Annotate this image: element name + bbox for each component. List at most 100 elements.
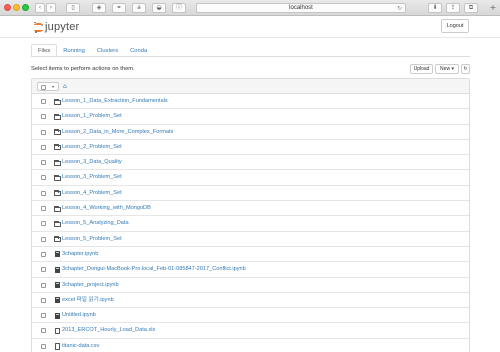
notebook-icon <box>53 250 61 259</box>
item-checkbox[interactable] <box>41 267 46 273</box>
item-checkbox[interactable] <box>41 313 46 319</box>
folder-icon <box>53 97 61 106</box>
item-name-link[interactable]: 3chapter.ipynb <box>62 247 98 262</box>
item-name-link[interactable]: Lesson_2_Problem_Set <box>62 140 122 155</box>
item-checkbox[interactable] <box>41 206 46 212</box>
item-checkbox[interactable] <box>41 343 46 349</box>
jupyter-logo-icon <box>34 21 43 33</box>
downloads-icon[interactable]: ⬇ <box>428 3 442 13</box>
item-name-link[interactable]: titanic-data.csv <box>62 339 99 352</box>
list-item[interactable]: Lesson_2_Problem_Set <box>32 140 469 156</box>
tabs-overview-icon[interactable]: ⧉ <box>464 3 478 13</box>
item-checkbox[interactable] <box>41 114 46 120</box>
home-icon[interactable]: ⌂ <box>63 82 67 91</box>
file-icon <box>53 342 61 351</box>
folder-icon <box>53 189 61 198</box>
list-item[interactable]: Lesson_4_Working_with_MongoDB <box>32 201 469 217</box>
item-checkbox[interactable] <box>41 236 46 242</box>
item-checkbox[interactable] <box>41 190 46 196</box>
list-item[interactable]: 3chapter.ipynb <box>32 247 469 263</box>
item-name-link[interactable]: 2013_ERCOT_Hourly_Load_Data.xls <box>62 323 155 338</box>
item-checkbox[interactable] <box>41 144 46 150</box>
item-name-link[interactable]: Lesson_2_Data_in_More_Complex_Formats <box>62 125 173 140</box>
list-item[interactable]: Lesson_5_Problem_Set <box>32 232 469 247</box>
jupyter-logo[interactable]: jupyter <box>34 20 79 34</box>
logout-button[interactable]: Logout <box>441 19 469 33</box>
item-name-link[interactable]: Lesson_1_Problem_Set <box>62 109 122 124</box>
list-item[interactable]: Lesson_5_Analyzing_Data <box>32 216 469 232</box>
close-window-button[interactable] <box>4 4 11 11</box>
zoom-window-button[interactable] <box>22 4 29 11</box>
list-item[interactable]: 3chapter_project.ipynb <box>32 278 469 293</box>
item-checkbox[interactable] <box>41 251 46 257</box>
notebook-icon <box>53 296 61 305</box>
address-bar[interactable]: localhost ↻ <box>196 3 406 13</box>
list-item[interactable]: Lesson_4_Problem_Set <box>32 186 469 202</box>
extension-icon[interactable]: ⚭ <box>112 3 126 13</box>
folder-icon <box>53 204 61 213</box>
amazon-icon[interactable]: a <box>132 3 146 13</box>
folder-icon <box>53 112 61 121</box>
item-name-link[interactable]: Lesson_4_Working_with_MongoDB <box>62 201 151 216</box>
new-button[interactable]: New ▾ <box>435 64 459 74</box>
info-icon[interactable]: ⓘ <box>172 3 186 13</box>
item-name-link[interactable]: 3chapter_project.ipynb <box>62 278 119 293</box>
item-checkbox[interactable] <box>41 282 46 288</box>
file-list: ▾ ⌂ Lesson_1_Data_Extraction_Fundamental… <box>31 78 470 352</box>
upload-button[interactable]: Upload <box>410 64 433 74</box>
back-icon[interactable]: ‹ <box>35 3 45 13</box>
logo-text: jupyter <box>45 21 80 33</box>
item-checkbox[interactable] <box>41 160 46 166</box>
notebook-icon <box>53 265 61 274</box>
item-name-link[interactable]: Lesson_3_Problem_Set <box>62 170 122 185</box>
item-name-link[interactable]: Lesson_3_Data_Quality <box>62 155 122 170</box>
browser-toolbar: ‹ › ▯ ◈ ⚭ a ◒ ⓘ localhost ↻ ⬇ ⇪ ⧉ + <box>0 0 500 16</box>
header-divider <box>0 37 500 38</box>
sidebar-icon[interactable]: ▯ <box>66 3 80 13</box>
list-item[interactable]: excel 파일 읽기.ipynb <box>32 293 469 309</box>
list-item[interactable]: titanic-data.csv <box>32 339 469 352</box>
list-item[interactable]: Lesson_2_Data_in_More_Complex_Formats <box>32 125 469 140</box>
item-checkbox[interactable] <box>41 328 46 334</box>
item-checkbox[interactable] <box>41 129 46 135</box>
item-name-link[interactable]: Lesson_4_Problem_Set <box>62 186 122 201</box>
tabs-divider <box>31 56 470 57</box>
pocket-icon[interactable]: ◒ <box>152 3 166 13</box>
item-name-link[interactable]: Lesson_5_Analyzing_Data <box>62 216 129 231</box>
list-item[interactable]: 2013_ERCOT_Hourly_Load_Data.xls <box>32 323 469 339</box>
share-icon[interactable]: ⇪ <box>446 3 460 13</box>
list-item[interactable]: 3chapter_Dongui-MacBook-Pro.local_Feb-01… <box>32 262 469 278</box>
item-name-link[interactable]: Lesson_5_Problem_Set <box>62 232 122 247</box>
refresh-icon[interactable]: ↻ <box>461 64 470 74</box>
shield-icon[interactable]: ◈ <box>92 3 106 13</box>
list-item[interactable]: Lesson_1_Data_Extraction_Fundamentals <box>32 94 469 110</box>
list-item[interactable]: Lesson_1_Problem_Set <box>32 109 469 125</box>
item-name-link[interactable]: Untitled.ipynb <box>62 308 96 323</box>
item-checkbox[interactable] <box>41 221 46 227</box>
forward-icon[interactable]: › <box>46 3 56 13</box>
folder-icon <box>53 173 61 182</box>
folder-icon <box>53 235 61 244</box>
item-checkbox[interactable] <box>41 297 46 303</box>
file-rows: Lesson_1_Data_Extraction_Fundamentals Les… <box>32 94 469 352</box>
list-item[interactable]: Untitled.ipynb <box>32 308 469 324</box>
minimize-window-button[interactable] <box>13 4 20 11</box>
item-name-link[interactable]: Lesson_1_Data_Extraction_Fundamentals <box>62 94 168 109</box>
item-name-link[interactable]: excel 파일 읽기.ipynb <box>62 293 114 308</box>
select-all-checkbox[interactable] <box>41 84 46 90</box>
url-text: localhost <box>289 5 313 11</box>
instructions-text: Select items to perform actions on them. <box>31 66 135 72</box>
list-item[interactable]: Lesson_3_Problem_Set <box>32 170 469 186</box>
reload-icon[interactable]: ↻ <box>397 4 402 13</box>
item-name-link[interactable]: 3chapter_Dongui-MacBook-Pro.local_Feb-01… <box>62 262 246 277</box>
select-all-dropdown[interactable]: ▾ <box>37 82 59 91</box>
chevron-down-icon[interactable]: ▾ <box>52 83 54 91</box>
file-list-header: ▾ ⌂ <box>32 79 469 94</box>
notebook-icon <box>53 281 61 290</box>
item-checkbox[interactable] <box>41 99 46 104</box>
notebook-icon <box>53 311 61 320</box>
folder-icon <box>53 128 61 137</box>
new-tab-icon[interactable]: + <box>487 3 499 13</box>
item-checkbox[interactable] <box>41 175 46 181</box>
list-item[interactable]: Lesson_3_Data_Quality <box>32 155 469 171</box>
